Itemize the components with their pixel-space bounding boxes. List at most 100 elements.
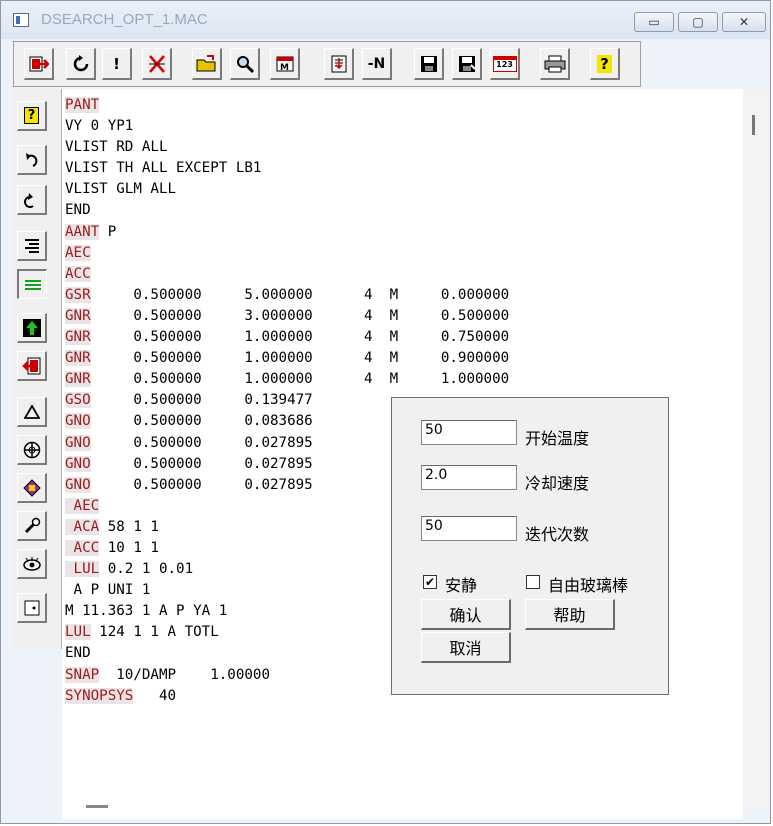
code-line[interactable]: VLIST TH ALL EXCEPT LB1 [65,158,509,179]
code-line[interactable]: VY 0 YP1 [65,116,509,137]
free-glass-checkbox[interactable] [526,575,540,589]
code-args: END [65,645,91,662]
code-line[interactable]: VLIST RD ALL [65,137,509,158]
code-args: 0.500000 0.139477 [90,392,313,409]
help-icon: ? [597,54,612,73]
code-line[interactable]: GNR 0.500000 1.000000 4 M 0.900000 [65,348,509,369]
cooling-rate-input[interactable]: 2.0 [421,465,517,490]
save-as-button[interactable] [452,48,482,80]
macro-button[interactable]: M [270,48,300,80]
code-args: 0.500000 5.000000 4 M 0.000000 [90,286,510,303]
cancel-button[interactable]: 取消 [421,632,511,663]
vertical-scrollbar[interactable] [744,89,768,809]
code-line[interactable]: ACC [65,264,509,285]
code-args: 0.500000 3.000000 4 M 0.500000 [90,307,510,324]
code-args: 0.500000 1.000000 4 M 0.900000 [90,350,510,367]
save-button[interactable] [414,48,444,80]
wrench-button[interactable] [17,511,47,541]
open-folder-icon [196,54,215,71]
redo-button[interactable] [17,185,47,215]
lines-button[interactable] [17,269,47,299]
code-keyword: LUL [65,561,100,578]
open-folder-button[interactable] [192,48,222,80]
refresh-button[interactable] [66,48,96,80]
code-line[interactable]: VLIST GLM ALL [65,179,509,200]
exit-button[interactable] [24,48,54,80]
code-args: 0.500000 0.027895 [90,476,313,493]
lines-icon [24,279,41,290]
undo-button[interactable] [17,145,47,175]
code-args: 10/DAMP 1.00000 [99,666,271,683]
close-button[interactable]: ✕ [722,12,766,32]
maximize-icon: ▢ [692,15,704,29]
code-line[interactable]: PANT [65,95,509,116]
wrench-icon [24,517,40,533]
title-bar[interactable]: DSEARCH_OPT_1.MAC ▭ ▢ ✕ [1,1,770,39]
exclamation-icon: ! [113,54,120,73]
free-glass-label: 自由玻璃棒 [548,576,629,595]
paste-icon [331,55,346,72]
code-args: 10 1 1 [99,539,159,556]
code-line[interactable]: AANT P [65,222,509,243]
scroll-thumb[interactable] [752,115,755,135]
anneal-settings-dialog: 50 开始温度 2.0 冷却速度 50 迭代次数 ✔ 安静 自由玻璃棒 确认 帮… [391,397,669,695]
exit-icon [29,56,49,71]
code-args: 0.500000 0.083686 [90,413,313,430]
horizontal-scroll-thumb[interactable] [86,805,108,808]
code-args: A P UNI 1 [65,582,151,599]
paste-button[interactable] [324,48,354,80]
iterations-input[interactable]: 50 [421,516,517,541]
quiet-label: 安静 [445,576,478,595]
code-args: VLIST GLM ALL [65,181,177,198]
start-temperature-input[interactable]: 50 [421,420,517,445]
code-keyword: GNR [65,307,91,324]
minimize-icon: ▭ [648,15,660,29]
triangle-button[interactable] [17,397,47,427]
code-keyword: GNR [65,350,91,367]
code-args: 0.500000 0.027895 [90,455,313,472]
renumber-icon: -N [367,55,386,72]
code-line[interactable]: AEC [65,243,509,264]
up-arrow-button[interactable] [17,313,47,343]
dot-frame-button[interactable] [17,593,47,623]
code-line[interactable]: END [65,200,509,221]
code-line[interactable]: GNR 0.500000 1.000000 4 M 0.750000 [65,327,509,348]
left-toolbar: ? [13,89,62,649]
dot-frame-icon [24,600,39,615]
code-line[interactable]: GSR 0.500000 5.000000 4 M 0.000000 [65,285,509,306]
print-icon [544,55,565,72]
code-line[interactable]: GNR 0.500000 1.000000 4 M 1.000000 [65,369,509,390]
code-keyword: GNO [65,455,91,472]
cooling-rate-label: 冷却速度 [525,474,590,493]
help-icon: ? [23,107,40,124]
code-keyword: GNO [65,413,91,430]
left-help-button[interactable]: ? [17,101,47,131]
find-button[interactable] [230,48,260,80]
target-icon [23,441,40,458]
editor-window: DSEARCH_OPT_1.MAC ▭ ▢ ✕ ! M -N 123 ? ? P… [0,0,771,824]
refresh-icon [73,54,88,71]
code-args: VLIST TH ALL EXCEPT LB1 [65,160,262,177]
target-button[interactable] [17,435,47,465]
optimize-button[interactable] [17,473,47,503]
cut-button[interactable] [142,48,172,80]
cut-icon [148,54,165,73]
quiet-checkbox[interactable]: ✔ [423,575,437,589]
maximize-button[interactable]: ▢ [678,12,718,32]
save-icon [420,55,437,72]
print-button[interactable] [540,48,570,80]
find-icon [236,55,254,73]
confirm-button[interactable]: 确认 [421,599,511,630]
line-number-button[interactable]: 123 [490,48,520,80]
renumber-button[interactable]: -N [362,48,392,80]
code-args: VY 0 YP1 [65,118,134,135]
help-button[interactable]: 帮助 [525,599,615,630]
align-right-button[interactable] [17,231,47,261]
eye-button[interactable] [17,549,47,579]
execute-button[interactable]: ! [102,48,132,80]
help-button[interactable]: ? [590,48,620,80]
code-line[interactable]: GNR 0.500000 3.000000 4 M 0.500000 [65,306,509,327]
exit-window-button[interactable] [17,351,47,381]
minimize-button[interactable]: ▭ [634,12,674,32]
code-args: VLIST RD ALL [65,139,168,156]
